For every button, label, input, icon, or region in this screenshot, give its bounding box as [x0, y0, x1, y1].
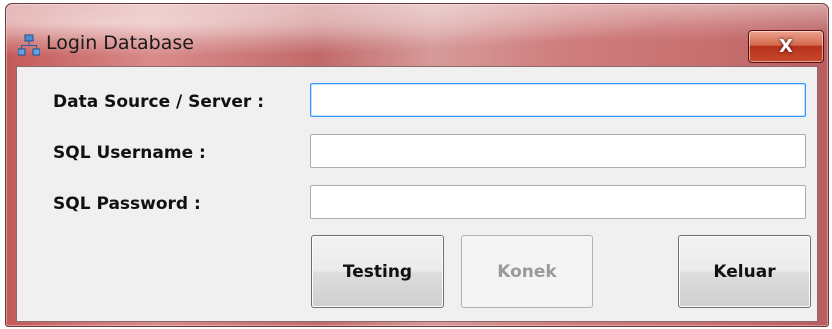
- testing-button[interactable]: Testing: [311, 235, 444, 308]
- sql-password-label: SQL Password :: [53, 194, 201, 214]
- konek-button-label: Konek: [497, 261, 557, 282]
- form-panel: Data Source / Server : SQL Username : SQ…: [16, 66, 818, 322]
- testing-button-label: Testing: [342, 261, 413, 282]
- window-title: Login Database: [46, 32, 194, 54]
- keluar-button-label: Keluar: [713, 261, 776, 282]
- close-icon: X: [779, 36, 793, 57]
- network-icon: [17, 34, 41, 56]
- sql-username-label: SQL Username :: [53, 143, 206, 163]
- sql-password-input[interactable]: [310, 185, 806, 219]
- konek-button[interactable]: Konek: [461, 235, 593, 308]
- data-source-label: Data Source / Server :: [53, 92, 265, 112]
- data-source-input[interactable]: [310, 83, 806, 117]
- close-button[interactable]: X: [748, 30, 824, 63]
- sql-username-input[interactable]: [310, 134, 806, 168]
- login-database-window: Login Database X Data Source / Server : …: [5, 3, 829, 327]
- keluar-button[interactable]: Keluar: [678, 235, 811, 308]
